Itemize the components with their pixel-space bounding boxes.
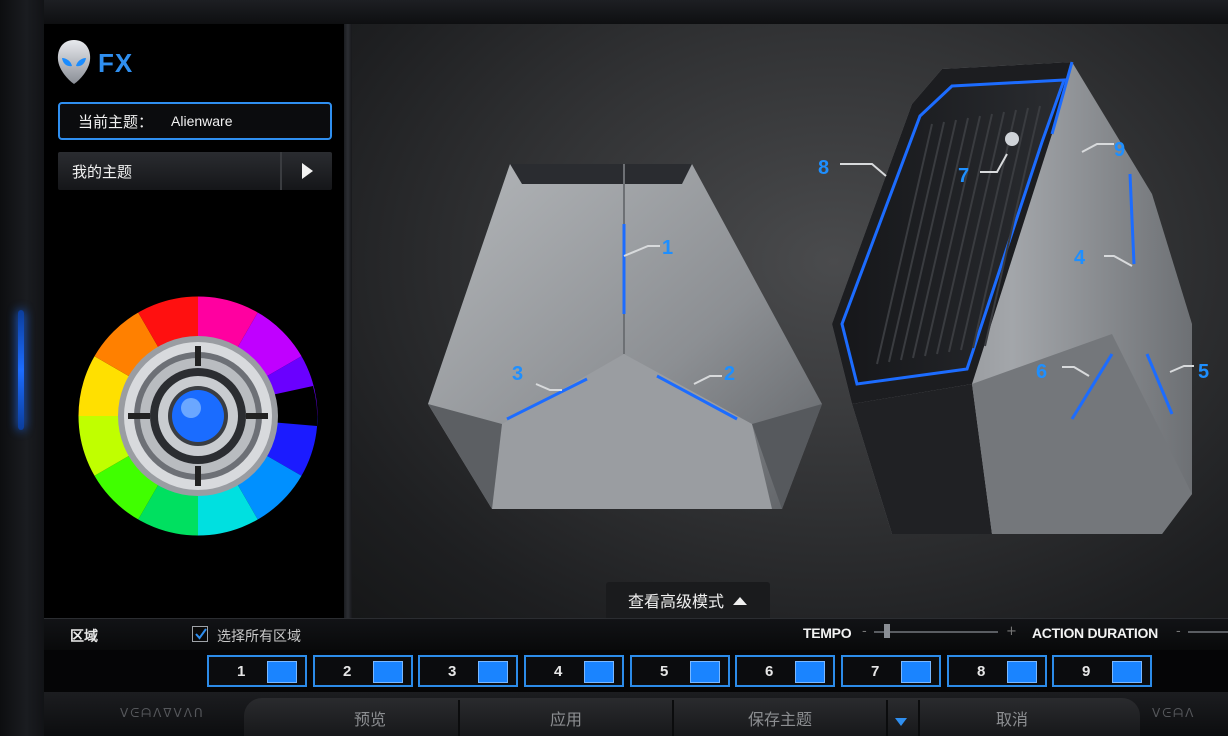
zone-button-3[interactable]: 3: [418, 655, 518, 687]
pyramid-case: [428, 164, 822, 509]
separator: [886, 700, 888, 736]
advanced-mode-button[interactable]: 查看高级模式: [606, 582, 770, 618]
callout-8: 8: [818, 157, 829, 179]
play-arrow-icon[interactable]: [280, 152, 332, 190]
current-theme-field[interactable]: 当前主题： Alienware: [58, 102, 332, 140]
callout-6: 6: [1036, 361, 1047, 383]
my-themes-button[interactable]: 我的主题: [58, 152, 332, 190]
alien-head-icon: [56, 38, 92, 86]
computer-preview: 1 2 3 4 5 6 7 8 9: [352, 24, 1228, 618]
callout-5: 5: [1198, 361, 1209, 383]
preview-button[interactable]: 预览: [300, 706, 440, 730]
callout-9: 9: [1114, 139, 1125, 161]
brand-script-right: ᐯᕮᗩᐱ: [1152, 706, 1196, 720]
tempo-slider[interactable]: [874, 631, 998, 633]
zone-title: 区域: [70, 629, 98, 645]
color-wheel-icon[interactable]: [76, 294, 320, 538]
separator: [672, 700, 674, 736]
tower-case: [832, 61, 1192, 534]
zone-button-2[interactable]: 2: [313, 655, 413, 687]
zone-button-7[interactable]: 7: [841, 655, 941, 687]
zone-color-swatch[interactable]: [901, 661, 931, 683]
tempo-minus: -: [862, 624, 867, 639]
zone-color-swatch[interactable]: [1007, 661, 1037, 683]
zone-button-5[interactable]: 5: [630, 655, 730, 687]
cancel-button[interactable]: 取消: [942, 706, 1082, 730]
window-top-bezel: [0, 0, 1228, 25]
save-theme-button[interactable]: 保存主题: [710, 706, 850, 730]
panel-divider[interactable]: [344, 24, 352, 618]
current-theme-value: Alienware: [171, 113, 233, 129]
zone-color-swatch[interactable]: [267, 661, 297, 683]
tempo-plus: +: [1006, 624, 1017, 639]
tempo-slider-thumb[interactable]: [884, 624, 890, 638]
action-duration-minus: -: [1176, 624, 1181, 639]
zone-color-swatch[interactable]: [1112, 661, 1142, 683]
check-icon: [195, 628, 207, 640]
zone-color-swatch[interactable]: [373, 661, 403, 683]
callout-3: 3: [512, 363, 523, 385]
zone-button-9[interactable]: 9: [1052, 655, 1152, 687]
action-duration-slider[interactable]: [1188, 631, 1228, 633]
chevron-up-icon: [732, 591, 748, 610]
callout-2: 2: [724, 363, 735, 385]
select-all-checkbox[interactable]: [192, 626, 208, 642]
select-all-label: 选择所有区域: [217, 629, 301, 645]
zone-button-8[interactable]: 8: [947, 655, 1047, 687]
advanced-mode-label: 查看高级模式: [627, 592, 724, 611]
zone-button-6[interactable]: 6: [735, 655, 835, 687]
zone-button-4[interactable]: 4: [524, 655, 624, 687]
callout-1: 1: [662, 237, 673, 259]
zone-color-swatch[interactable]: [795, 661, 825, 683]
my-themes-label: 我的主题: [72, 162, 133, 181]
zone-color-swatch[interactable]: [690, 661, 720, 683]
action-duration-label: ACTION DURATION: [1032, 625, 1158, 641]
apply-button[interactable]: 应用: [496, 706, 636, 730]
tempo-label: TEMPO: [803, 625, 852, 641]
app-logo-text: FX: [98, 48, 134, 78]
zone-button-1[interactable]: 1: [207, 655, 307, 687]
callout-4: 4: [1074, 247, 1086, 269]
zone-color-swatch[interactable]: [478, 661, 508, 683]
current-theme-label: 当前主题：: [78, 112, 154, 131]
dropdown-arrow-icon[interactable]: [894, 712, 908, 731]
separator: [458, 700, 460, 736]
zone-color-swatch[interactable]: [584, 661, 614, 683]
callout-7: 7: [958, 165, 969, 187]
brand-script-left: ᐯᕮᗩᐱᐁᐯᐱᑎ: [120, 706, 205, 720]
side-light-strip: [18, 310, 24, 430]
separator: [918, 700, 920, 736]
